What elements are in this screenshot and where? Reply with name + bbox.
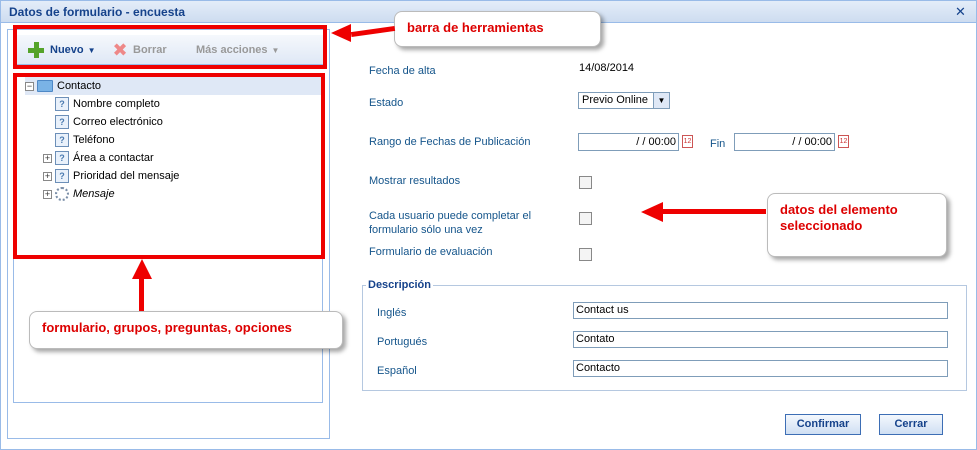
estado-select[interactable]: Previo Online ▼ xyxy=(578,92,670,109)
tree-arrow-head xyxy=(132,259,152,279)
end-date-input[interactable]: / / 00:00 xyxy=(734,133,835,151)
tree-callout: formulario, grupos, preguntas, opciones xyxy=(29,311,343,349)
cada-usuario-label-2: formulario sólo una vez xyxy=(369,224,483,236)
data-callout: datos del elemento seleccionado xyxy=(767,193,947,257)
estado-select-value: Previo Online xyxy=(582,94,649,106)
evaluacion-label: Formulario de evaluación xyxy=(369,246,493,258)
mostrar-label: Mostrar resultados xyxy=(369,175,461,187)
data-callout-line2: seleccionado xyxy=(780,218,863,233)
data-arrow xyxy=(661,209,766,214)
evaluacion-checkbox[interactable] xyxy=(579,248,592,261)
fecha-alta-value: 14/08/2014 xyxy=(579,62,635,74)
desc-input-pt[interactable]: Contato xyxy=(573,331,948,348)
chevron-down-icon[interactable]: ▼ xyxy=(653,93,669,108)
confirm-button[interactable]: Confirmar xyxy=(785,414,861,435)
rango-label: Rango de Fechas de Publicación xyxy=(369,136,531,148)
tree-callout-text: formulario, grupos, preguntas, opciones xyxy=(42,320,292,335)
form-window: Datos de formulario - encuesta ✕ Nuevo ▼… xyxy=(0,0,977,450)
descripcion-legend: Descripción xyxy=(366,279,433,291)
close-button[interactable]: Cerrar xyxy=(879,414,943,435)
start-date-input[interactable]: / / 00:00 xyxy=(578,133,679,151)
toolbar-arrow xyxy=(350,25,396,38)
desc-label-en: Inglés xyxy=(377,307,407,319)
tree-highlight xyxy=(13,73,325,259)
data-callout-line1: datos del elemento xyxy=(780,202,898,217)
tree-arrow xyxy=(139,277,144,311)
calendar-icon[interactable]: 12 xyxy=(682,135,693,148)
window-title: Datos de formulario - encuesta xyxy=(9,5,186,19)
calendar-icon[interactable]: 12 xyxy=(838,135,849,148)
mostrar-checkbox[interactable] xyxy=(579,176,592,189)
fecha-alta-label: Fecha de alta xyxy=(369,65,436,77)
data-arrow-head xyxy=(641,202,663,222)
desc-label-pt: Portugués xyxy=(377,336,428,348)
toolbar-arrow-head xyxy=(331,24,351,42)
desc-label-es: Español xyxy=(377,365,417,377)
toolbar-highlight xyxy=(13,25,327,69)
desc-input-es[interactable]: Contacto xyxy=(573,360,948,377)
close-icon[interactable]: ✕ xyxy=(953,4,968,19)
cada-usuario-checkbox[interactable] xyxy=(579,212,592,225)
fin-label: Fin xyxy=(710,138,726,150)
desc-input-en[interactable]: Contact us xyxy=(573,302,948,319)
estado-label: Estado xyxy=(369,97,404,109)
toolbar-callout: barra de herramientas xyxy=(394,11,601,47)
toolbar-callout-text: barra de herramientas xyxy=(407,20,544,35)
cada-usuario-label-1: Cada usuario puede completar el xyxy=(369,210,532,222)
